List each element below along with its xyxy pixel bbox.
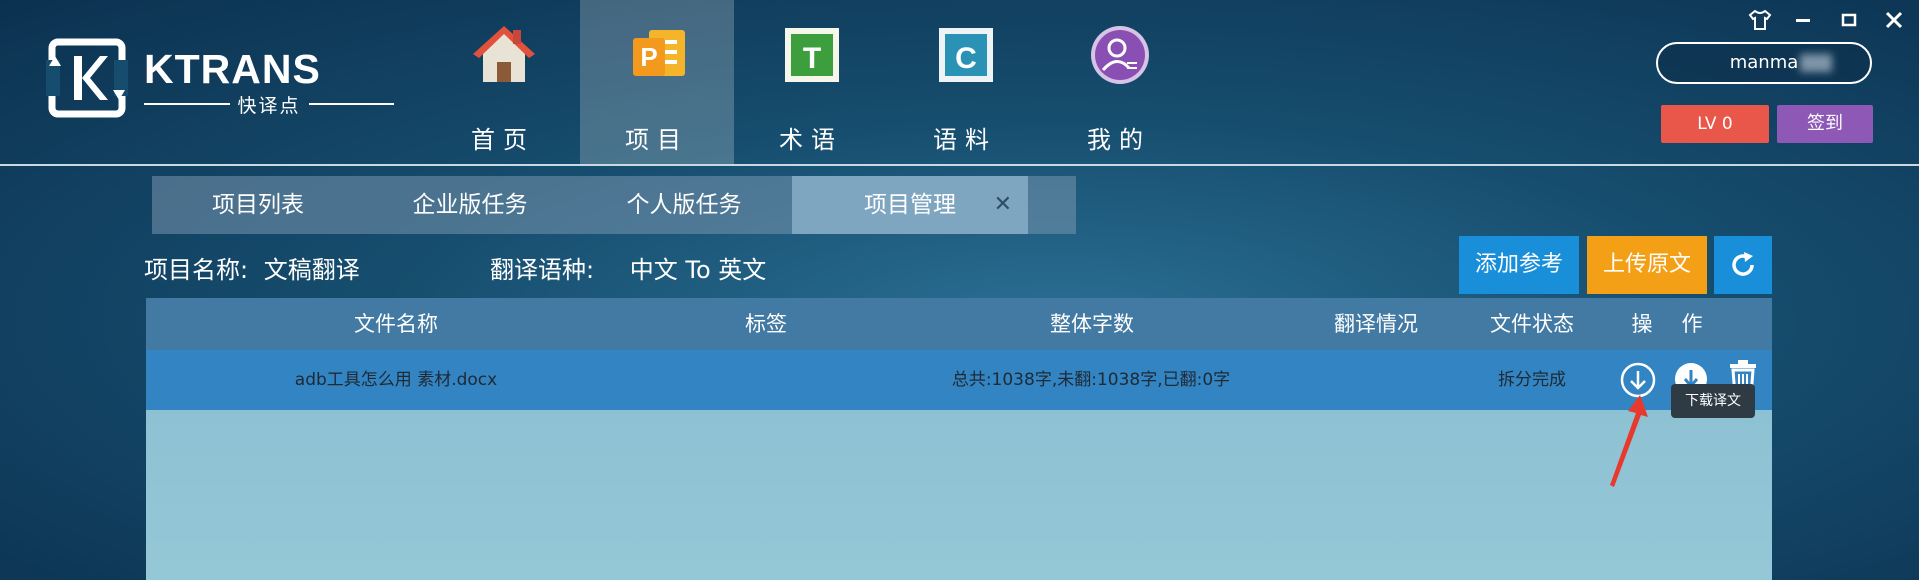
tag-cell	[716, 350, 816, 410]
refresh-icon	[1732, 252, 1754, 276]
profile-icon	[1091, 26, 1149, 84]
project-subtabs: 项目列表 企业版任务 个人版任务 项目管理 ✕	[152, 176, 1076, 234]
tab-personal-tasks[interactable]: 个人版任务	[576, 176, 792, 234]
user-account[interactable]: manma	[1656, 42, 1872, 84]
svg-text:T: T	[803, 42, 821, 75]
add-reference-button[interactable]: 添加参考	[1459, 236, 1579, 294]
annotation-arrow-icon	[1610, 395, 1648, 487]
nav-label: 首页	[471, 126, 535, 154]
nav-label: 我的	[1087, 126, 1151, 154]
project-icon: P	[633, 30, 685, 76]
tab-project-list[interactable]: 项目列表	[152, 176, 364, 234]
nav-item-project[interactable]: P 项目	[580, 0, 734, 164]
project-name-label: 项目名称:	[144, 256, 249, 284]
brand-name: KTRANS	[144, 46, 321, 92]
terminology-icon: T	[785, 28, 839, 82]
maximize-button[interactable]	[1834, 6, 1864, 34]
word-count-cell: 总共:1038字,未翻:1038字,已翻:0字	[951, 370, 1231, 390]
col-file-name: 文件名称	[354, 312, 438, 336]
col-status: 文件状态	[1490, 312, 1574, 336]
minimize-button[interactable]	[1788, 6, 1818, 34]
download-translation-icon[interactable]	[1619, 361, 1657, 399]
username: manma	[1729, 52, 1799, 73]
corpus-icon: C	[939, 28, 993, 82]
svg-text:P: P	[640, 42, 657, 72]
divider	[308, 103, 395, 105]
minimize-icon	[1796, 19, 1810, 22]
nav-label: 语料	[933, 126, 997, 154]
col-word-count: 整体字数	[1050, 312, 1134, 336]
file-name-cell: adb工具怎么用 素材.docx	[294, 370, 498, 390]
brand-subtitle-row: 快译点	[144, 92, 395, 117]
col-progress: 翻译情况	[1334, 312, 1418, 336]
table-row[interactable]: adb工具怎么用 素材.docx 总共:1038字,未翻:1038字,已翻:0字…	[146, 350, 1772, 410]
upload-source-button[interactable]: 上传原文	[1587, 236, 1707, 294]
nav-item-profile[interactable]: 我的	[1042, 0, 1196, 164]
file-table: 文件名称 标签 整体字数 翻译情况 文件状态 操 作 adb工具怎么用 素材.d…	[146, 298, 1772, 580]
tab-project-management[interactable]: 项目管理 ✕	[792, 176, 1028, 234]
svg-text:C: C	[955, 42, 977, 75]
sign-in-button[interactable]: 签到	[1777, 105, 1873, 143]
tab-close-icon[interactable]: ✕	[994, 176, 1012, 234]
col-tag: 标签	[745, 312, 787, 336]
main-nav: 首页 P 项目 T 术语 C 语料 我的	[426, 0, 1196, 164]
skin-button[interactable]	[1744, 6, 1776, 34]
skin-icon	[1748, 9, 1772, 30]
project-name-value: 文稿翻译	[263, 256, 360, 284]
nav-label: 术语	[779, 126, 843, 154]
divider	[144, 103, 230, 105]
level-badge[interactable]: LV 0	[1661, 105, 1769, 143]
col-action-1: 操	[1631, 312, 1653, 336]
nav-item-corpus[interactable]: C 语料	[888, 0, 1042, 164]
translation-language-row: 翻译语种: 中文 To 英文	[490, 250, 766, 285]
nav-item-home[interactable]: 首页	[426, 0, 580, 164]
tab-label: 项目管理	[864, 192, 956, 218]
ktrans-logo: KTRANS 快译点	[46, 38, 395, 123]
col-action-2: 作	[1681, 312, 1703, 336]
tab-enterprise-tasks[interactable]: 企业版任务	[364, 176, 576, 234]
project-name-row: 项目名称: 文稿翻译	[144, 250, 360, 285]
close-icon	[1885, 11, 1903, 29]
download-tooltip: 下载译文	[1671, 384, 1755, 418]
progress-cell	[1316, 350, 1436, 410]
table-header: 文件名称 标签 整体字数 翻译情况 文件状态 操 作	[146, 298, 1772, 350]
translation-language-value: 中文 To 英文	[629, 256, 767, 284]
header-divider	[0, 164, 1919, 166]
app-header: KTRANS 快译点 首页 P 项目 T 术语 C 语料 我的 manma LV…	[0, 0, 1919, 166]
brand-subtitle: 快译点	[237, 94, 301, 117]
refresh-button[interactable]	[1714, 236, 1772, 294]
status-cell: 拆分完成	[1498, 370, 1566, 390]
translation-language-label: 翻译语种:	[490, 256, 595, 284]
close-button[interactable]	[1878, 6, 1910, 34]
maximize-icon	[1841, 13, 1857, 27]
nav-item-terminology[interactable]: T 术语	[734, 0, 888, 164]
ktrans-logo-icon	[46, 38, 128, 118]
nav-label: 项目	[625, 126, 689, 154]
username-redaction	[1800, 54, 1832, 72]
home-icon	[473, 26, 535, 82]
